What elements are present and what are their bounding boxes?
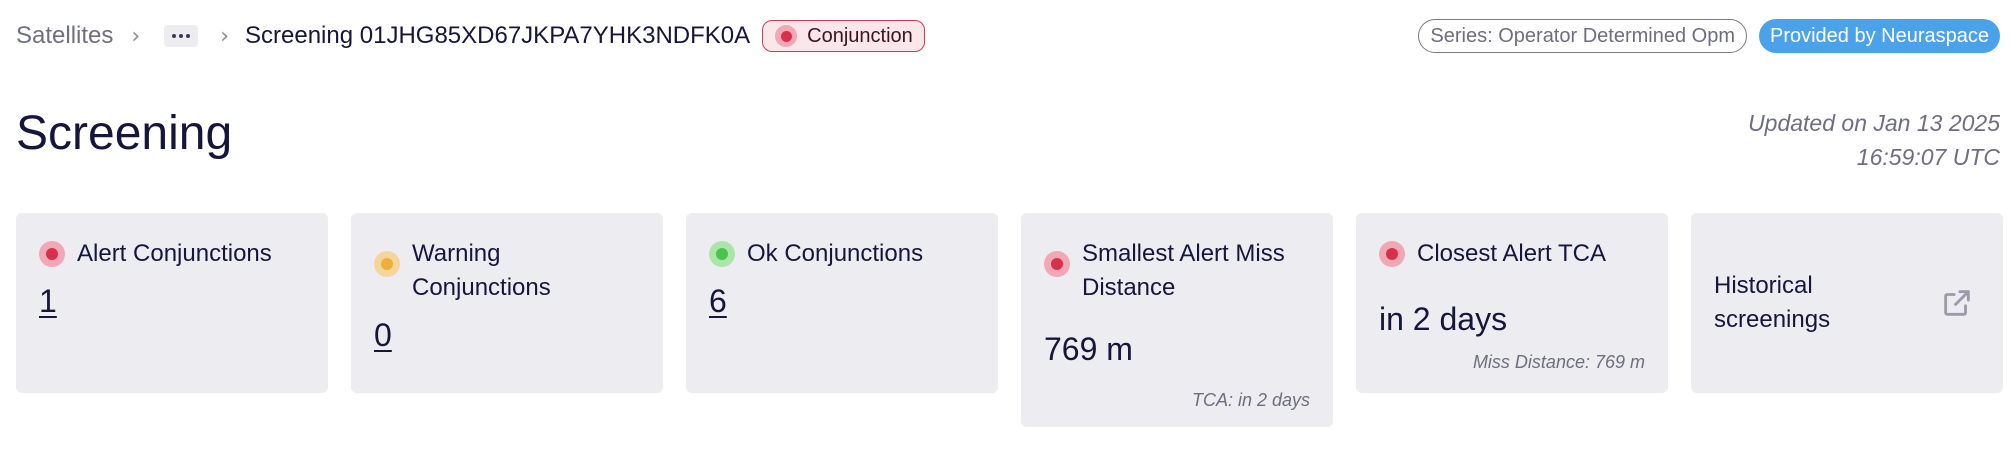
warning-conjunctions-count-link[interactable]: 0 (374, 317, 392, 354)
conjunction-status-chip: Conjunction (762, 20, 925, 52)
historical-screenings-card[interactable]: Historical screenings (1691, 213, 2003, 393)
breadcrumb: Satellites › › Screening 01JHG85XD67JKPA… (16, 20, 925, 52)
updated-timestamp: Updated on Jan 13 2025 16:59:07 UTC (1748, 106, 2000, 174)
updated-time: 16:59:07 UTC (1856, 144, 2000, 170)
external-link-icon (1944, 290, 1970, 316)
smallest-alert-miss-distance-card: Smallest Alert Miss Distance 769 m TCA: … (1021, 213, 1333, 427)
alert-conjunctions-card: Alert Conjunctions 1 (16, 213, 328, 393)
ok-status-dot-icon (709, 241, 735, 267)
ellipsis-dot (179, 34, 184, 38)
smallest-miss-distance-value: 769 m (1044, 331, 1133, 367)
card-label: Ok Conjunctions (747, 240, 924, 267)
alert-status-dot-icon (1379, 241, 1405, 267)
top-bar: Satellites › › Screening 01JHG85XD67JKPA… (16, 16, 2000, 56)
closest-tca-value: in 2 days (1379, 301, 1508, 337)
ellipsis-dot (172, 34, 177, 38)
historical-screenings-label: Historical screenings (1714, 272, 1831, 333)
warning-conjunctions-card: Warning Conjunctions 0 (351, 213, 663, 393)
breadcrumb-separator-icon: › (131, 23, 141, 49)
header-badges: Series: Operator Determined Opm Provided… (1418, 19, 2000, 53)
breadcrumb-more-button[interactable] (164, 25, 199, 47)
card-label: Warning Conjunctions (412, 240, 551, 301)
breadcrumb-current-screening: Screening 01JHG85XD67JKPA7YHK3NDFK0A (245, 22, 751, 49)
card-label: Alert Conjunctions (77, 240, 272, 267)
tca-note: TCA: in 2 days (1191, 390, 1310, 410)
breadcrumb-satellites-link[interactable]: Satellites (16, 22, 113, 50)
card-header: Alert Conjunctions (39, 237, 305, 271)
card-label: Closest Alert TCA (1417, 240, 1606, 267)
screening-page: Satellites › › Screening 01JHG85XD67JKPA… (0, 0, 2010, 450)
card-header: Ok Conjunctions (709, 237, 975, 271)
card-label: Smallest Alert Miss Distance (1082, 240, 1285, 301)
summary-cards: Alert Conjunctions 1 Warning Conjunction… (16, 213, 2003, 427)
series-badge: Series: Operator Determined Opm (1418, 19, 1747, 53)
breadcrumb-separator-icon: › (220, 23, 230, 49)
ellipsis-dot (186, 34, 191, 38)
alert-status-dot-icon (775, 25, 798, 47)
card-header: Closest Alert TCA (1379, 237, 1645, 271)
alert-conjunctions-count-link[interactable]: 1 (39, 283, 57, 320)
page-title: Screening (16, 107, 233, 160)
status-chip-label: Conjunction (807, 24, 913, 47)
alert-status-dot-icon (1044, 251, 1070, 277)
ok-conjunctions-card: Ok Conjunctions 6 (686, 213, 998, 393)
provider-badge: Provided by Neuraspace (1758, 19, 2000, 53)
alert-status-dot-icon (39, 241, 65, 267)
updated-date: Updated on Jan 13 2025 (1748, 110, 2000, 136)
ok-conjunctions-count-link[interactable]: 6 (709, 283, 727, 320)
card-header: Warning Conjunctions (374, 237, 640, 305)
card-header: Smallest Alert Miss Distance (1044, 237, 1310, 305)
closest-alert-tca-card: Closest Alert TCA in 2 days Miss Distanc… (1356, 213, 1668, 393)
warning-status-dot-icon (374, 251, 400, 277)
miss-distance-note: Miss Distance: 769 m (1472, 352, 1645, 372)
